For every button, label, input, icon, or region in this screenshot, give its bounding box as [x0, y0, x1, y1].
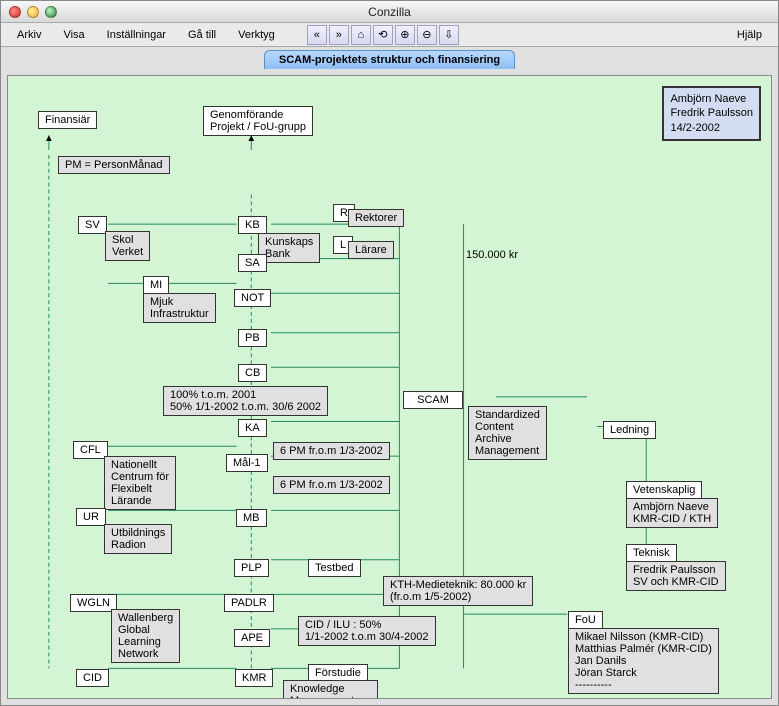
note-pm: PM = PersonMånad	[58, 156, 170, 174]
node-genomforande[interactable]: Genomförande Projekt / FoU-grupp	[203, 106, 313, 136]
node-mi[interactable]: MI	[143, 276, 169, 294]
tabbar: SCAM-projektets struktur och finansierin…	[1, 47, 778, 69]
note-kth: KTH-Medieteknik: 80.000 kr (fr.o.m 1/5-2…	[383, 576, 533, 606]
note-kmr: Knowledge Management Research Group	[283, 680, 378, 699]
note-r: Rektorer	[348, 209, 404, 227]
titlebar: Conzilla	[1, 1, 778, 23]
note-scam: Standardized Content Archive Management	[468, 406, 547, 460]
node-ka[interactable]: KA	[238, 419, 267, 437]
note-cfl: Nationellt Centrum för Flexibelt Lärande	[104, 456, 176, 510]
label-150k: 150.000 kr	[466, 249, 518, 261]
node-ledning[interactable]: Ledning	[603, 421, 656, 439]
note-pct: 100% t.o.m. 2001 50% 1/1-2002 t.o.m. 30/…	[163, 386, 328, 416]
close-icon[interactable]	[9, 6, 21, 18]
node-sa[interactable]: SA	[238, 254, 267, 272]
author-date: 14/2-2002	[670, 121, 753, 135]
zoom-in-button[interactable]: ⊕	[395, 25, 415, 45]
menu-hjalp[interactable]: Hjälp	[727, 26, 772, 44]
node-finansiar[interactable]: Finansiär	[38, 111, 97, 129]
node-mal1[interactable]: Mål-1	[226, 454, 268, 472]
zoom-icon[interactable]	[45, 6, 57, 18]
window-title: Conzilla	[1, 5, 778, 19]
app-window: Conzilla Arkiv Visa Inställningar Gå til…	[0, 0, 779, 706]
note-sv: Skol Verket	[105, 231, 150, 261]
note-tek: Fredrik Paulsson SV och KMR-CID	[626, 561, 726, 591]
note-cid50: CID / ILU : 50% 1/1-2002 t.o.m 30/4-2002	[298, 616, 436, 646]
node-vetenskaplig[interactable]: Vetenskaplig	[626, 481, 702, 499]
node-cb[interactable]: CB	[238, 364, 267, 382]
node-ur[interactable]: UR	[76, 508, 106, 526]
minimize-icon[interactable]	[27, 6, 39, 18]
sync-button[interactable]: ⟲	[373, 25, 393, 45]
node-padlr[interactable]: PADLR	[224, 594, 274, 612]
authors-box: Ambjörn Naeve Fredrik Paulsson 14/2-2002	[662, 86, 761, 141]
lock-button[interactable]: ⇩	[439, 25, 459, 45]
note-wgln: Wallenberg Global Learning Network	[111, 609, 180, 663]
menu-arkiv[interactable]: Arkiv	[7, 26, 51, 44]
menu-verktyg[interactable]: Verktyg	[228, 26, 285, 44]
zoom-out-button[interactable]: ⊖	[417, 25, 437, 45]
node-sv[interactable]: SV	[78, 216, 107, 234]
node-not[interactable]: NOT	[234, 289, 271, 307]
menu-ga-till[interactable]: Gå till	[178, 26, 226, 44]
node-ape[interactable]: APE	[234, 629, 270, 647]
author-1: Ambjörn Naeve	[670, 92, 753, 106]
toolbar: « » ⌂ ⟲ ⊕ ⊖ ⇩	[307, 25, 459, 45]
note-pm6b: 6 PM fr.o.m 1/3-2002	[273, 476, 390, 494]
note-mi: Mjuk Infrastruktur	[143, 293, 216, 323]
menu-installningar[interactable]: Inställningar	[97, 26, 176, 44]
traffic-lights	[1, 6, 57, 18]
node-kb[interactable]: KB	[238, 216, 267, 234]
note-kb: Kunskaps Bank	[258, 233, 320, 263]
node-cfl[interactable]: CFL	[73, 441, 108, 459]
note-pm6a: 6 PM fr.o.m 1/3-2002	[273, 442, 390, 460]
menubar: Arkiv Visa Inställningar Gå till Verktyg…	[1, 23, 778, 47]
node-plp[interactable]: PLP	[234, 559, 269, 577]
forward-button[interactable]: »	[329, 25, 349, 45]
node-fou[interactable]: FoU	[568, 611, 603, 629]
node-kmr[interactable]: KMR	[235, 669, 273, 687]
note-vet: Ambjörn Naeve KMR-CID / KTH	[626, 498, 718, 528]
node-testbed[interactable]: Testbed	[308, 559, 361, 577]
node-pb[interactable]: PB	[238, 329, 267, 347]
home-button[interactable]: ⌂	[351, 25, 371, 45]
menu-visa[interactable]: Visa	[53, 26, 94, 44]
node-mb[interactable]: MB	[236, 509, 267, 527]
note-fou: Mikael Nilsson (KMR-CID) Matthias Palmér…	[568, 628, 719, 694]
tab-main[interactable]: SCAM-projektets struktur och finansierin…	[264, 50, 515, 69]
node-teknisk[interactable]: Teknisk	[626, 544, 677, 562]
note-l: Lärare	[348, 241, 394, 259]
back-button[interactable]: «	[307, 25, 327, 45]
note-ur: Utbildnings Radion	[104, 524, 172, 554]
canvas-wrap: Ambjörn Naeve Fredrik Paulsson 14/2-2002…	[1, 69, 778, 705]
node-wgln[interactable]: WGLN	[70, 594, 117, 612]
node-scam[interactable]: SCAM	[403, 391, 463, 409]
author-2: Fredrik Paulsson	[670, 106, 753, 120]
node-cid[interactable]: CID	[76, 669, 109, 687]
diagram-canvas[interactable]: Ambjörn Naeve Fredrik Paulsson 14/2-2002…	[7, 75, 772, 699]
